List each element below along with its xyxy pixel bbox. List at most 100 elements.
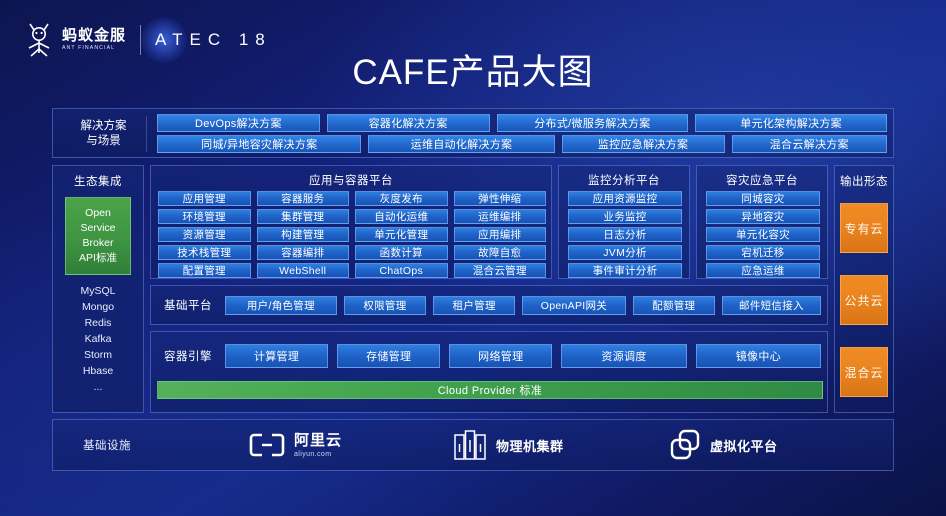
virtualization-icon: [669, 429, 701, 461]
output-forms-title: 输出形态: [840, 176, 888, 188]
app-platform-cell[interactable]: 容器编排: [256, 245, 349, 260]
container-engine-chip[interactable]: 计算管理: [225, 344, 329, 368]
disaster-recovery-item[interactable]: 同城容灾: [706, 191, 820, 206]
container-engine-chip[interactable]: 网络管理: [449, 344, 553, 368]
monitoring-item[interactable]: 日志分析: [568, 227, 682, 242]
solution-chip[interactable]: 同城/异地容灾解决方案: [157, 135, 362, 153]
monitoring-item[interactable]: 应用资源监控: [568, 191, 682, 206]
monitoring-platform-list: 应用资源监控 业务监控日志分析 JVM分析事件审计分析: [568, 191, 682, 278]
container-engine-chip[interactable]: 镜像中心: [695, 344, 822, 368]
app-container-platform-panel: 应用与容器平台 应用管理 容器服务 灰度发布 弹性伸缩环境管理 集群管理 自动化运维 运维编…: [150, 165, 552, 279]
disaster-recovery-item[interactable]: 单元化容灾: [706, 227, 820, 242]
solutions-label: 解决方案 与场景: [61, 116, 147, 152]
output-forms-panel: 输出形态 专有云公共云混合云: [834, 165, 894, 413]
container-engine-panel: 容器引擎 计算管理 存储管理 网络管理 资源调度 镜像中心 Cloud Provider…: [150, 331, 828, 413]
app-platform-cell[interactable]: 应用管理: [158, 191, 251, 206]
base-platform-row: 用户/角色管理 权限管理 租户管理 OpenAPI网关 配额管理 邮件短信接入: [225, 296, 821, 315]
app-platform-cell[interactable]: 技术栈管理: [158, 245, 251, 260]
app-platform-cell[interactable]: 配置管理: [158, 263, 251, 278]
monitoring-item[interactable]: 业务监控: [568, 209, 682, 224]
solutions-panel: 解决方案 与场景 DevOps解决方案 容器化解决方案 分布式/微服务解决方案 单元化…: [52, 108, 894, 158]
base-platform-chip[interactable]: 配额管理: [632, 296, 715, 315]
solution-chip[interactable]: 运维自动化解决方案: [368, 135, 555, 153]
aliyun-name-en: aliyun.com: [294, 450, 332, 458]
base-platform-chip[interactable]: 租户管理: [433, 296, 516, 315]
monitoring-item[interactable]: JVM分析: [568, 245, 682, 260]
output-form-box[interactable]: 公共云: [840, 275, 888, 325]
ecosystem-panel: 生态集成 Open Service Broker API标准 MySQL Mongo Re…: [52, 165, 144, 413]
app-platform-cell[interactable]: 混合云管理: [453, 263, 546, 278]
output-form-box[interactable]: 混合云: [840, 347, 888, 397]
open-service-broker-line: API标准: [79, 252, 117, 264]
virtualization-label: 虚拟化平台: [710, 438, 778, 454]
open-service-broker-line: Open: [85, 207, 111, 219]
app-platform-grid: 应用管理 容器服务 灰度发布 弹性伸缩环境管理 集群管理 自动化运维 运维编排资源管理 构建管…: [158, 191, 546, 278]
output-forms-list: 专有云 公共云 混合云: [835, 203, 893, 397]
page-title: CAFE产品大图: [352, 53, 594, 92]
disaster-recovery-item[interactable]: 宕机迁移: [706, 245, 820, 260]
app-platform-cell[interactable]: 函数计算: [355, 245, 448, 260]
app-platform-cell[interactable]: 运维编排: [453, 209, 546, 224]
app-platform-cell[interactable]: 环境管理: [158, 209, 251, 224]
solution-chip[interactable]: 监控应急解决方案: [561, 135, 725, 153]
server-rack-icon: [453, 429, 487, 461]
container-engine-row: 计算管理 存储管理 网络管理 资源调度 镜像中心: [225, 344, 822, 368]
app-platform-cell[interactable]: 故障自愈: [453, 245, 546, 260]
disaster-recovery-platform-panel: 容灾应急平台 同城容灾异地容灾单元化容灾宕机迁移应急运维: [696, 165, 828, 279]
ecosystem-item[interactable]: Hbase: [53, 363, 143, 379]
page-header: 蚂蚁金服 ANT FINANCIAL ATEC 18 CAFE产品大图: [0, 0, 946, 100]
app-platform-cell[interactable]: 集群管理: [256, 209, 349, 224]
app-platform-cell[interactable]: 自动化运维: [355, 209, 448, 224]
app-platform-title: 应用与容器平台: [309, 175, 393, 187]
open-service-broker-line: Broker: [82, 237, 114, 249]
base-platform-chip[interactable]: 权限管理: [343, 296, 427, 315]
cloud-provider-standard-bar: Cloud Provider 标准: [157, 381, 823, 399]
app-platform-cell[interactable]: 容器服务: [256, 191, 349, 206]
solution-chip[interactable]: 单元化架构解决方案: [695, 114, 887, 132]
app-platform-cell[interactable]: WebShell: [256, 263, 349, 278]
disaster-recovery-title: 容灾应急平台: [726, 175, 798, 187]
solution-chip[interactable]: 混合云解决方案: [731, 135, 887, 153]
disaster-recovery-list: 同城容灾异地容灾单元化容灾宕机迁移应急运维: [706, 191, 820, 278]
container-engine-chip[interactable]: 资源调度: [561, 344, 687, 368]
solution-chip[interactable]: 分布式/微服务解决方案: [496, 114, 689, 132]
app-platform-cell[interactable]: 单元化管理: [355, 227, 448, 242]
ecosystem-item[interactable]: Storm: [53, 347, 143, 363]
solution-chip[interactable]: DevOps解决方案: [157, 114, 320, 132]
aliyun-name-cn: 阿里云: [294, 431, 343, 449]
physical-cluster-label: 物理机集群: [496, 438, 564, 454]
app-platform-cell[interactable]: 构建管理: [256, 227, 349, 242]
monitoring-item[interactable]: 事件审计分析: [568, 263, 682, 278]
app-platform-cell[interactable]: 资源管理: [158, 227, 251, 242]
base-platform-chip[interactable]: 用户/角色管理: [225, 296, 337, 315]
aliyun-icon: [249, 432, 285, 458]
app-platform-cell[interactable]: ChatOps: [355, 263, 448, 278]
base-platform-chip[interactable]: OpenAPI网关: [522, 296, 626, 315]
container-engine-chip[interactable]: 存储管理: [337, 344, 441, 368]
app-platform-cell[interactable]: 应用编排: [453, 227, 546, 242]
disaster-recovery-item[interactable]: 异地容灾: [706, 209, 820, 224]
ecosystem-item[interactable]: MySQL: [53, 283, 143, 299]
ecosystem-item[interactable]: Mongo: [53, 299, 143, 315]
infrastructure-item-physical-cluster: 物理机集群: [453, 429, 564, 461]
app-platform-cell[interactable]: 灰度发布: [355, 191, 448, 206]
solutions-label-line1: 解决方案: [80, 120, 127, 132]
ecosystem-component-list: MySQL Mongo Redis Kafka Storm Hbase...: [53, 283, 143, 395]
solution-chip[interactable]: 容器化解决方案: [326, 114, 490, 132]
solutions-label-line2: 与场景: [86, 135, 121, 147]
disaster-recovery-item[interactable]: 应急运维: [706, 263, 820, 278]
output-form-box[interactable]: 专有云: [840, 203, 888, 253]
solutions-row-2: 同城/异地容灾解决方案 运维自动化解决方案 监控应急解决方案 混合云解决方案: [157, 135, 887, 153]
infrastructure-label: 基础设施: [83, 440, 131, 452]
infrastructure-item-aliyun: 阿里云 aliyun.com: [249, 432, 342, 458]
ecosystem-item[interactable]: Redis: [53, 315, 143, 331]
monitoring-platform-panel: 监控分析平台 应用资源监控 业务监控日志分析 JVM分析事件审计分析: [558, 165, 690, 279]
open-service-broker-box: Open Service Broker API标准: [65, 197, 131, 275]
brand-name-cn: 蚂蚁金服: [62, 27, 127, 45]
app-platform-cell[interactable]: 弹性伸缩: [453, 191, 546, 206]
monitoring-platform-title: 监控分析平台: [588, 175, 660, 187]
open-service-broker-line: Service: [80, 222, 116, 234]
ecosystem-item[interactable]: Kafka: [53, 331, 143, 347]
ecosystem-item[interactable]: ...: [53, 379, 143, 395]
base-platform-chip[interactable]: 邮件短信接入: [721, 296, 821, 315]
